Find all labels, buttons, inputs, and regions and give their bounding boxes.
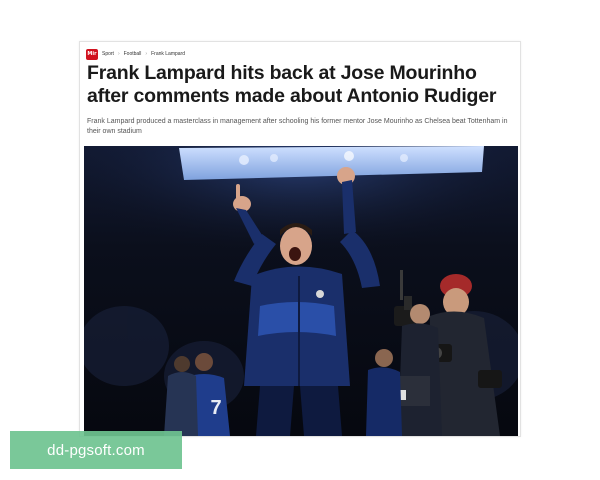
article-standfirst: Frank Lampard produced a masterclass in … bbox=[87, 118, 508, 135]
photo-illustration: 7 bbox=[84, 146, 518, 436]
breadcrumb-sport[interactable]: Sport bbox=[102, 51, 114, 57]
breadcrumb-separator: › bbox=[145, 51, 148, 57]
watermark: dd-pgsoft.com bbox=[10, 431, 182, 469]
breadcrumb: Mir Sport › Football › Frank Lampard bbox=[86, 48, 185, 60]
jersey-number: 7 bbox=[210, 397, 221, 419]
article-card: Mir Sport › Football › Frank Lampard Fra… bbox=[79, 41, 521, 437]
article-headline: Frank Lampard hits back at Jose Mourinho… bbox=[87, 62, 497, 107]
site-logo[interactable]: Mir bbox=[86, 48, 98, 60]
breadcrumb-frank-lampard[interactable]: Frank Lampard bbox=[151, 51, 185, 57]
breadcrumb-separator: › bbox=[117, 51, 120, 57]
breadcrumb-football[interactable]: Football bbox=[124, 51, 142, 57]
article-photo[interactable]: 7 bbox=[84, 146, 518, 436]
